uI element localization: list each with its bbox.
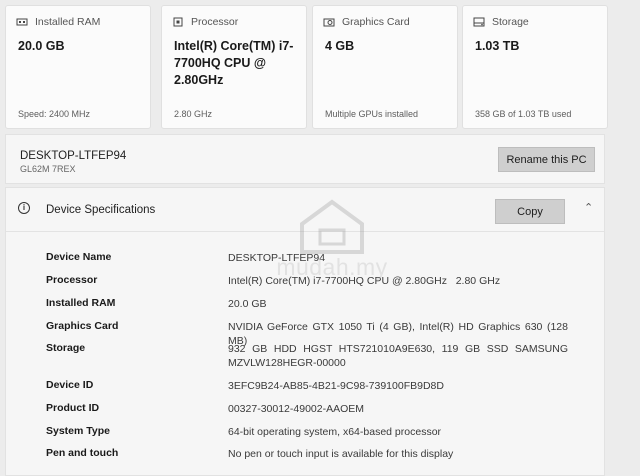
spec-value: 20.0 GB: [228, 298, 267, 310]
spec-row: Pen and touch No pen or touch input is a…: [6, 447, 604, 467]
spec-value: 3EFC9B24-AB85-4B21-9C98-739100FB9D8D: [228, 380, 444, 392]
storage-icon: [473, 17, 485, 27]
spec-label: Product ID: [46, 402, 100, 414]
card-value: 4 GB: [325, 39, 355, 53]
spec-value: 932 GB HDD HGST HTS721010A9E630, 119 GB …: [228, 343, 568, 369]
graphics-card-icon: [323, 18, 335, 27]
card-subtext: Multiple GPUs installed: [325, 109, 419, 119]
spec-row: Storage 932 GB HDD HGST HTS721010A9E630,…: [6, 342, 604, 378]
spec-label: Storage: [46, 342, 86, 354]
card-storage: Storage 1.03 TB 358 GB of 1.03 TB used: [462, 5, 608, 129]
card-value: Intel(R) Core(TM) i7-7700HQ CPU @ 2.80GH…: [174, 39, 294, 87]
info-icon: i: [18, 202, 30, 214]
device-specifications-panel: i Device Specifications Copy ⌃ Device Na…: [5, 187, 605, 476]
spec-label: Device Name: [46, 251, 112, 263]
spec-value: 64-bit operating system, x64-based proce…: [228, 426, 442, 438]
card-subtext: 358 GB of 1.03 TB used: [475, 109, 572, 119]
spec-label: System Type: [46, 425, 110, 437]
pc-model: GL62M 7REX: [20, 164, 76, 174]
spec-value: DESKTOP-LTFEP94: [228, 252, 326, 264]
spec-label: Processor: [46, 274, 98, 286]
spec-row: System Type 64-bit operating system, x64…: [6, 425, 604, 445]
card-title: Installed RAM: [35, 16, 101, 28]
spec-value: No pen or touch input is available for t…: [228, 448, 454, 460]
spec-label: Pen and touch: [46, 447, 119, 459]
spec-label: Device ID: [46, 379, 94, 391]
spec-value: 00327-30012-49002-AAOEM: [228, 403, 365, 415]
summary-cards: Installed RAM 20.0 GB Speed: 2400 MHz Pr…: [5, 5, 608, 129]
card-title: Storage: [492, 16, 529, 28]
spec-row: Product ID 00327-30012-49002-AAOEM: [6, 402, 604, 422]
spec-label: Graphics Card: [46, 320, 119, 332]
device-specifications-header[interactable]: i Device Specifications Copy ⌃: [6, 188, 604, 232]
card-title: Graphics Card: [342, 16, 410, 28]
spec-row: Device ID 3EFC9B24-AB85-4B21-9C98-739100…: [6, 379, 604, 399]
card-subtext: Speed: 2400 MHz: [18, 109, 91, 119]
card-installed-ram: Installed RAM 20.0 GB Speed: 2400 MHz: [5, 5, 151, 129]
spec-value: Intel(R) Core(TM) i7-7700HQ CPU @ 2.80GH…: [228, 275, 501, 287]
pc-name: DESKTOP-LTFEP94: [20, 150, 127, 162]
processor-icon: [173, 17, 183, 27]
copy-button[interactable]: Copy: [495, 199, 565, 224]
chevron-up-icon[interactable]: ⌃: [584, 201, 593, 214]
card-value: 1.03 TB: [475, 39, 520, 53]
rename-pc-button[interactable]: Rename this PC: [498, 147, 595, 172]
card-value: 20.0 GB: [18, 39, 65, 53]
spec-row: Device Name DESKTOP-LTFEP94: [6, 251, 604, 271]
section-title: Device Specifications: [46, 204, 156, 216]
spec-label: Installed RAM: [46, 297, 116, 309]
spec-row: Installed RAM 20.0 GB: [6, 297, 604, 317]
card-subtext: 2.80 GHz: [174, 109, 213, 119]
pc-name-bar: DESKTOP-LTFEP94 GL62M 7REX Rename this P…: [5, 134, 605, 184]
card-graphics: Graphics Card 4 GB Multiple GPUs install…: [312, 5, 458, 129]
ram-icon: [16, 18, 28, 26]
card-title: Processor: [191, 16, 239, 28]
spec-row: Processor Intel(R) Core(TM) i7-7700HQ CP…: [6, 274, 604, 294]
card-processor: Processor Intel(R) Core(TM) i7-7700HQ CP…: [161, 5, 307, 129]
spec-row: Graphics Card NVIDIA GeForce GTX 1050 Ti…: [6, 320, 604, 347]
